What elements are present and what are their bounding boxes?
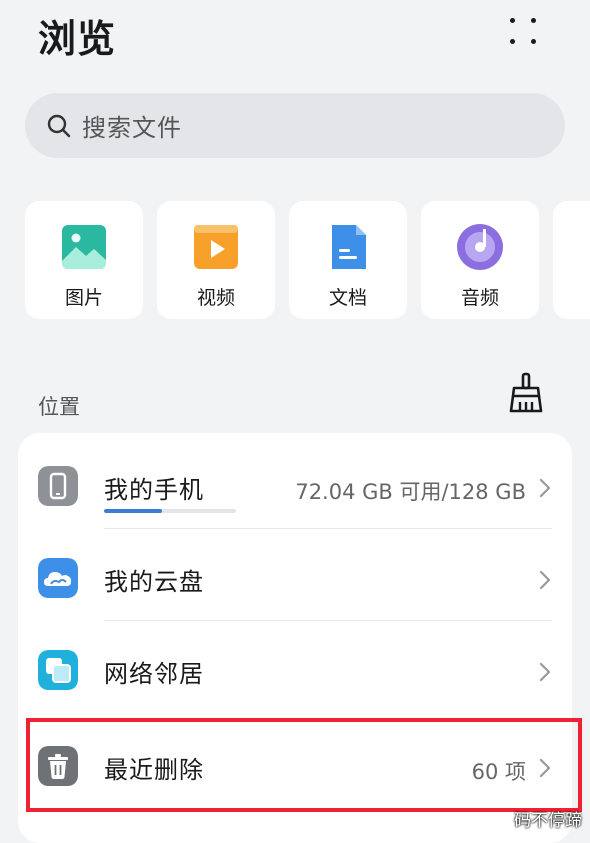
document-icon [332,225,366,269]
location-label: 网络邻居 [104,660,204,688]
category-label: 图片 [64,287,103,309]
locations-list: 我的手机 72.04 GB 可用/128 GB 我的云盘 网络邻居 最近删除 6… [18,433,572,843]
locations-section-title: 位置 [38,395,80,419]
category-images[interactable]: 图片 [25,201,143,319]
category-label: 文档 [328,287,367,309]
chevron-right-icon [539,662,551,682]
watermark-text: 码不停蹄 [514,811,582,831]
location-label: 最近删除 [104,756,204,784]
broom-icon[interactable] [506,372,546,414]
search-placeholder: 搜索文件 [82,114,182,142]
location-my-cloud[interactable]: 我的云盘 [18,529,572,621]
location-recently-deleted[interactable]: 最近删除 60 项 [18,717,572,809]
page-title: 浏览 [38,17,117,61]
video-icon [194,225,238,269]
chevron-right-icon [539,570,551,590]
category-label: 音频 [460,287,499,309]
chevron-right-icon [539,758,551,778]
deleted-count: 60 项 [471,760,526,784]
location-label: 我的手机 [104,476,204,504]
location-label: 我的云盘 [104,568,204,596]
category-shortcuts: 图片 视频 文档 音频 [25,201,590,321]
chevron-right-icon [539,478,551,498]
network-icon [38,650,78,690]
storage-value: 72.04 GB 可用/128 GB [295,480,526,504]
category-documents[interactable]: 文档 [289,201,407,319]
category-label: 视频 [196,287,235,309]
more-dot [510,39,515,44]
audio-icon [457,224,503,270]
category-videos[interactable]: 视频 [157,201,275,319]
cloud-icon [38,558,78,598]
search-icon [47,114,71,137]
trash-icon [38,746,78,786]
more-options-button[interactable] [496,6,550,56]
more-dot [531,39,536,44]
image-icon [62,225,106,269]
phone-icon [38,466,78,506]
storage-usage-bar [104,509,236,513]
search-input[interactable]: 搜索文件 [25,93,565,158]
category-more[interactable] [553,201,590,319]
storage-usage-fill [104,509,163,513]
location-my-phone[interactable]: 我的手机 72.04 GB 可用/128 GB [18,437,572,529]
more-dot [531,18,536,23]
more-dots-icon [510,18,515,23]
location-network-neighbors[interactable]: 网络邻居 [18,621,572,713]
category-audio[interactable]: 音频 [421,201,539,319]
